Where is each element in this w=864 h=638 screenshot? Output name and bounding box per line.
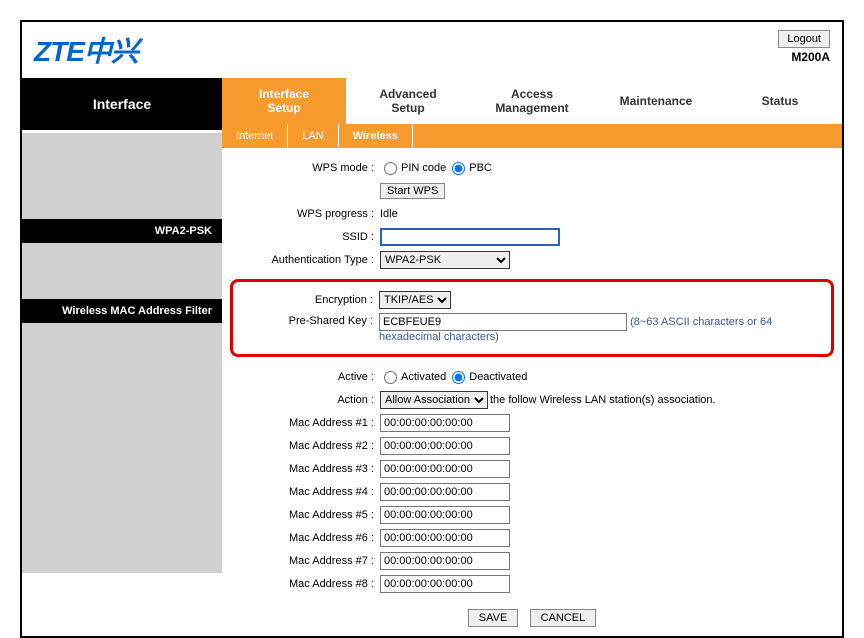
radio-activated[interactable] — [384, 371, 397, 384]
subtab-wireless[interactable]: Wireless — [339, 124, 413, 148]
label-psk: Pre-Shared Key : — [237, 313, 379, 327]
mac6-input[interactable] — [380, 529, 510, 547]
ssid-input[interactable] — [380, 228, 560, 246]
wps-progress-value: Idle — [380, 208, 834, 220]
label-wps-progress: WPS progress : — [230, 208, 380, 220]
mac8-input[interactable] — [380, 575, 510, 593]
label-action: Action : — [230, 394, 380, 406]
radio-deactivated[interactable] — [452, 371, 465, 384]
side-section-wpa: WPA2-PSK — [22, 219, 222, 243]
logout-button[interactable]: Logout — [778, 30, 830, 48]
radio-pin-code[interactable] — [384, 162, 397, 175]
side-spacer — [22, 133, 222, 219]
auth-type-select[interactable]: WPA2-PSK — [380, 251, 510, 269]
label-mac1: Mac Address #1 : — [230, 417, 380, 429]
tab-interface-setup[interactable]: Interface Setup — [222, 78, 346, 124]
label-mac3: Mac Address #3 : — [230, 463, 380, 475]
label-active: Active : — [230, 371, 380, 383]
model-label: M200A — [778, 50, 830, 64]
subtab-internet[interactable]: Internet — [222, 124, 288, 148]
label-mac6: Mac Address #6 : — [230, 532, 380, 544]
action-hint: the follow Wireless LAN station(s) assoc… — [490, 394, 716, 406]
mac7-input[interactable] — [380, 552, 510, 570]
logo: ZTE中兴 — [34, 30, 138, 70]
label-mac2: Mac Address #2 : — [230, 440, 380, 452]
mac3-input[interactable] — [380, 460, 510, 478]
psk-hint: (8~63 ASCII characters or 64 — [630, 316, 772, 328]
label-mac7: Mac Address #7 : — [230, 555, 380, 567]
tab-status[interactable]: Status — [718, 78, 842, 124]
side-spacer — [22, 323, 222, 573]
label-ssid: SSID : — [230, 231, 380, 243]
cancel-button[interactable]: CANCEL — [530, 609, 597, 627]
main-tabs: Interface Setup Advanced Setup Access Ma… — [222, 78, 842, 124]
sub-tabs: Internet LAN Wireless — [222, 124, 842, 148]
subtab-lan[interactable]: LAN — [288, 124, 338, 148]
side-section-macfilter: Wireless MAC Address Filter — [22, 299, 222, 323]
label-activated: Activated — [401, 371, 446, 383]
label-deactivated: Deactivated — [469, 371, 527, 383]
side-title: Interface — [22, 78, 222, 133]
label-pin: PIN code — [401, 162, 446, 174]
label-pbc: PBC — [469, 162, 492, 174]
mac4-input[interactable] — [380, 483, 510, 501]
label-wps-mode: WPS mode : — [230, 162, 380, 174]
label-mac8: Mac Address #8 : — [230, 578, 380, 590]
label-mac5: Mac Address #5 : — [230, 509, 380, 521]
tab-advanced-setup[interactable]: Advanced Setup — [346, 78, 470, 124]
wpa-highlight-box: Encryption : TKIP/AES Pre-Shared Key : (… — [230, 279, 834, 357]
side-spacer — [22, 243, 222, 299]
label-auth-type: Authentication Type : — [230, 254, 380, 266]
label-mac4: Mac Address #4 : — [230, 486, 380, 498]
mac1-input[interactable] — [380, 414, 510, 432]
save-button[interactable]: SAVE — [468, 609, 519, 627]
action-select[interactable]: Allow Association — [380, 391, 488, 409]
encryption-select[interactable]: TKIP/AES — [379, 291, 451, 309]
psk-input[interactable] — [379, 313, 627, 331]
mac5-input[interactable] — [380, 506, 510, 524]
tab-access-management[interactable]: Access Management — [470, 78, 594, 124]
psk-hint-2: hexadecimal characters) — [379, 331, 827, 343]
label-encryption: Encryption : — [237, 294, 379, 306]
mac2-input[interactable] — [380, 437, 510, 455]
radio-pbc[interactable] — [452, 162, 465, 175]
tab-maintenance[interactable]: Maintenance — [594, 78, 718, 124]
start-wps-button[interactable]: Start WPS — [380, 183, 445, 199]
